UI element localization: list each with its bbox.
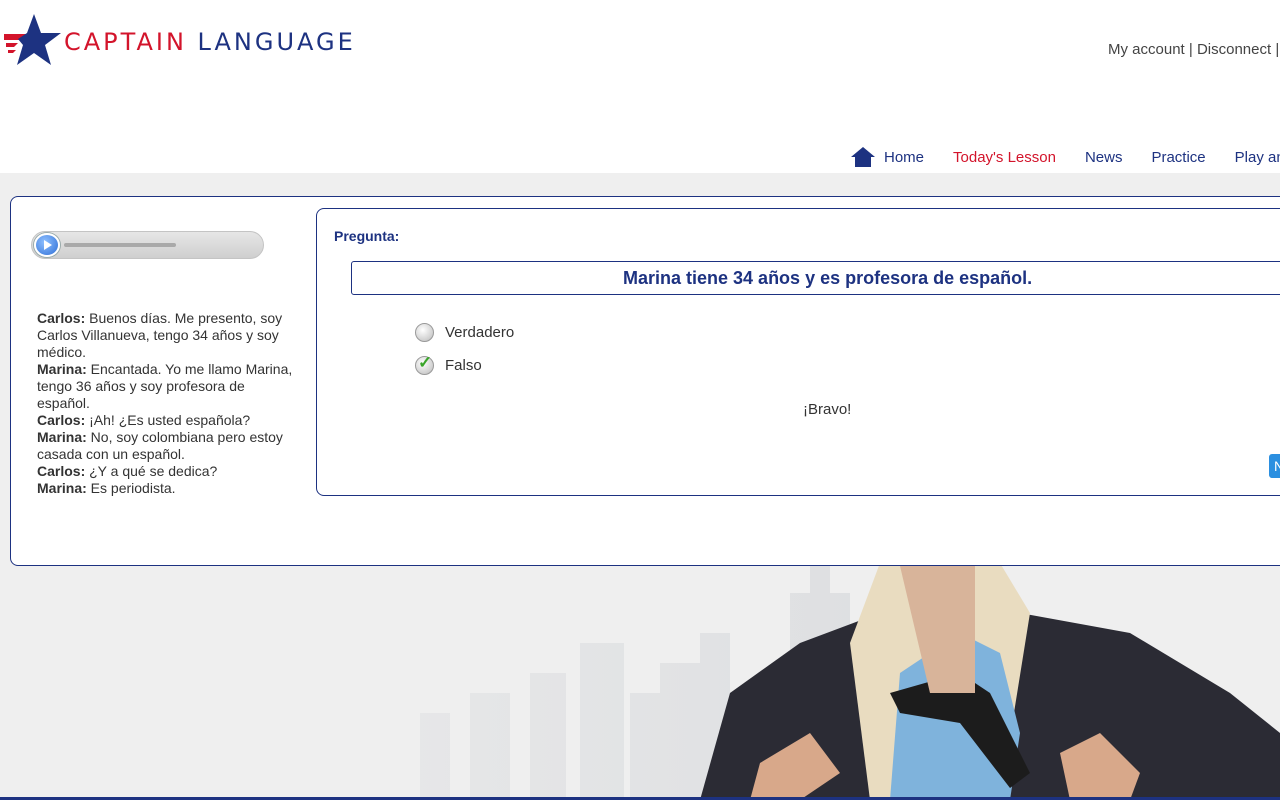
- line-text: ¡Ah! ¿Es usted española?: [85, 412, 251, 428]
- header: CAPTAIN LANGUAGE My account | Disconnect…: [0, 0, 1280, 173]
- audio-progress-track[interactable]: [64, 243, 176, 247]
- transcript-line: Marina: No, soy colombiana pero estoy ca…: [37, 429, 299, 463]
- brand-name: CAPTAIN LANGUAGE: [64, 28, 356, 56]
- nav-news[interactable]: News: [1085, 149, 1123, 166]
- feedback-message: ¡Bravo!: [803, 401, 852, 418]
- logo[interactable]: CAPTAIN LANGUAGE: [4, 12, 356, 68]
- separator: |: [1275, 41, 1280, 58]
- option-label: Verdadero: [445, 324, 515, 341]
- speaker-name: Carlos:: [37, 463, 86, 479]
- play-button[interactable]: [34, 233, 60, 257]
- option-verdadero[interactable]: Verdadero: [415, 323, 514, 342]
- question-box: Marina tiene 34 años y es profesora de e…: [351, 261, 1280, 295]
- next-button[interactable]: N: [1269, 454, 1280, 478]
- brand-part-1: CAPTAIN: [64, 28, 187, 56]
- play-icon: [44, 240, 52, 250]
- my-account-link[interactable]: My account: [1108, 41, 1185, 58]
- check-icon: ✓: [418, 353, 433, 372]
- line-text: Es periodista.: [86, 480, 176, 496]
- question-text: Marina tiene 34 años y es profesora de e…: [623, 268, 1033, 288]
- speaker-name: Carlos:: [37, 310, 86, 326]
- speaker-name: Marina:: [37, 361, 87, 377]
- transcript-line: Marina: Es periodista.: [37, 480, 299, 497]
- speaker-name: Carlos:: [37, 412, 86, 428]
- home-icon[interactable]: [850, 146, 876, 168]
- separator: |: [1188, 41, 1193, 58]
- nav-home[interactable]: Home: [884, 149, 924, 166]
- question-label: Pregunta:: [334, 228, 400, 244]
- disconnect-link[interactable]: Disconnect: [1197, 41, 1271, 58]
- brand-part-2: LANGUAGE: [197, 28, 356, 56]
- star-logo-icon: [4, 14, 61, 65]
- option-falso[interactable]: ✓ Falso: [415, 353, 482, 375]
- transcript-line: Carlos: ¡Ah! ¿Es usted española?: [37, 412, 299, 429]
- transcript-line: Carlos: Buenos días. Me presento, soy Ca…: [37, 310, 299, 361]
- speaker-name: Marina:: [37, 429, 87, 445]
- nav-play[interactable]: Play and: [1235, 149, 1280, 166]
- radio-verdadero[interactable]: [415, 323, 434, 342]
- dialogue-transcript: Carlos: Buenos días. Me presento, soy Ca…: [37, 310, 299, 497]
- transcript-line: Marina: Encantada. Yo me llamo Marina, t…: [37, 361, 299, 412]
- nav-practice[interactable]: Practice: [1151, 149, 1205, 166]
- line-text: ¿Y a qué se dedica?: [85, 463, 218, 479]
- radio-falso[interactable]: ✓: [415, 353, 434, 375]
- audio-player: [31, 231, 264, 259]
- speaker-name: Marina:: [37, 480, 87, 496]
- option-label: Falso: [445, 357, 482, 374]
- account-links: My account | Disconnect |: [1108, 41, 1279, 58]
- lesson-panel: Carlos: Buenos días. Me presento, soy Ca…: [10, 196, 1280, 566]
- main-nav: Home Today's Lesson News Practice Play a…: [850, 146, 1280, 168]
- question-panel: Pregunta: Marina tiene 34 años y es prof…: [316, 208, 1280, 496]
- nav-todays-lesson[interactable]: Today's Lesson: [953, 149, 1056, 166]
- transcript-line: Carlos: ¿Y a qué se dedica?: [37, 463, 299, 480]
